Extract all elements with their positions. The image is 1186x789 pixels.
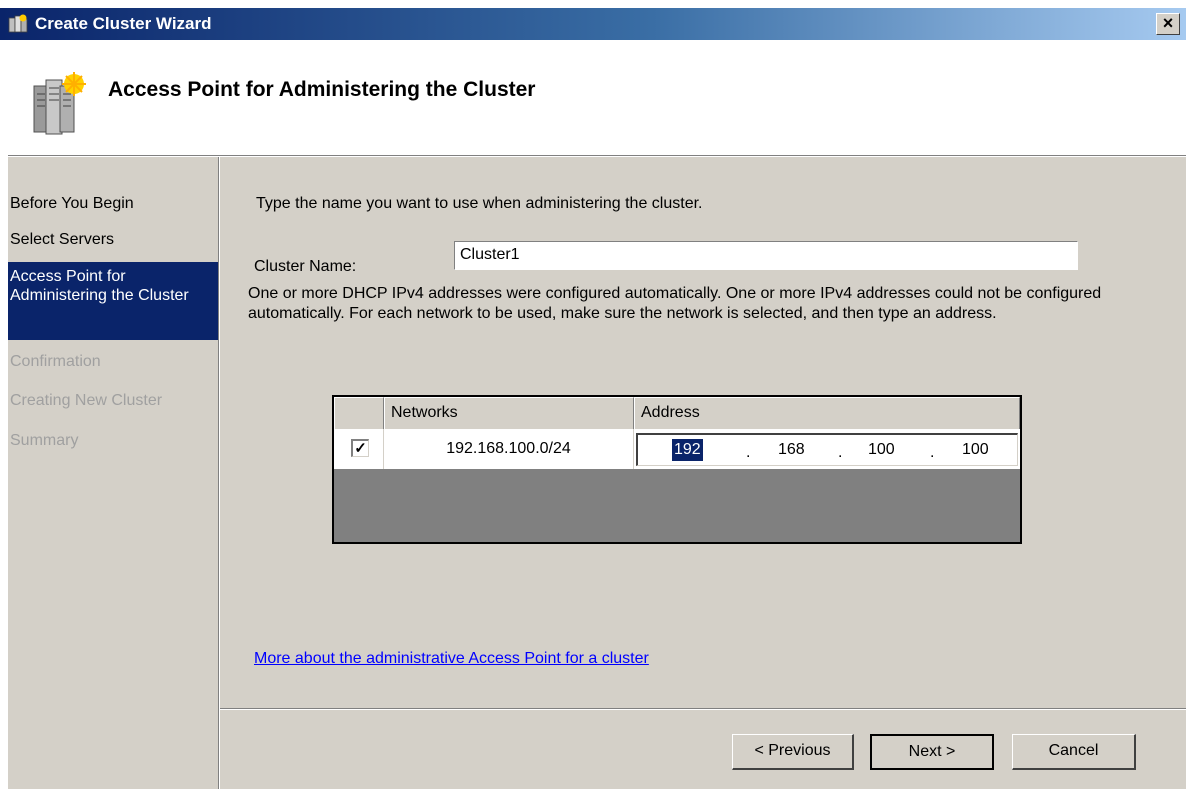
grid-header-networks[interactable]: Networks: [384, 397, 634, 429]
window-title: Create Cluster Wizard: [35, 14, 212, 33]
next-button[interactable]: Next >: [870, 734, 994, 770]
dhcp-info-text: One or more DHCP IPv4 addresses were con…: [248, 285, 1102, 322]
close-icon: ×: [1162, 13, 1174, 33]
step-access-point[interactable]: Access Point for Administering the Clust…: [8, 262, 218, 340]
ip-dot: .: [930, 444, 935, 461]
ip-address-input[interactable]: 192 . 168 . 100 . 100: [636, 433, 1018, 466]
networks-grid: Networks Address ✓ 192.168.100.0/24 192 …: [332, 395, 1022, 544]
ip-dot: .: [838, 444, 843, 461]
ip-octet-2[interactable]: 168: [778, 439, 805, 461]
close-button[interactable]: ×: [1156, 13, 1180, 35]
cluster-name-input[interactable]: Cluster1: [454, 241, 1078, 270]
ip-dot: .: [746, 444, 751, 461]
wizard-header: Access Point for Administering the Clust…: [0, 40, 1186, 156]
step-confirmation: Confirmation: [10, 353, 101, 370]
grid-header: Networks Address: [334, 397, 1020, 429]
ip-octet-3[interactable]: 100: [868, 439, 895, 461]
grid-empty-area: [334, 469, 1020, 542]
ip-octet-4[interactable]: 100: [962, 439, 989, 461]
ip-octet-1[interactable]: 192: [672, 439, 703, 461]
cluster-wizard-icon: [8, 14, 28, 33]
cluster-name-label: Cluster Name:: [254, 258, 357, 275]
instruction-text: Type the name you want to use when admin…: [256, 195, 703, 212]
step-select-servers[interactable]: Select Servers: [8, 231, 218, 249]
access-point-help-link[interactable]: More about the administrative Access Poi…: [254, 650, 649, 668]
wizard-content: Type the name you want to use when admin…: [220, 157, 1186, 789]
page-title: Access Point for Administering the Clust…: [108, 78, 536, 101]
title-bar: Create Cluster Wizard ×: [0, 8, 1186, 40]
network-cell: 192.168.100.0/24: [384, 429, 634, 469]
previous-button[interactable]: < Previous: [732, 734, 854, 770]
step-creating-new-cluster: Creating New Cluster: [10, 392, 163, 409]
grid-header-select[interactable]: [334, 397, 384, 429]
grid-header-address[interactable]: Address: [634, 397, 1020, 429]
select-cell: ✓: [334, 429, 384, 469]
cluster-servers-icon: [33, 72, 86, 135]
step-before-you-begin[interactable]: Before You Begin: [8, 195, 218, 213]
cancel-button[interactable]: Cancel: [1012, 734, 1136, 770]
footer-divider: [220, 708, 1186, 710]
network-checkbox[interactable]: ✓: [351, 439, 369, 457]
wizard-steps-sidebar: Before You Begin Select Servers Access P…: [8, 157, 218, 789]
step-summary: Summary: [10, 432, 79, 449]
table-row[interactable]: ✓ 192.168.100.0/24 192 . 168 . 100 . 100: [334, 429, 1020, 469]
